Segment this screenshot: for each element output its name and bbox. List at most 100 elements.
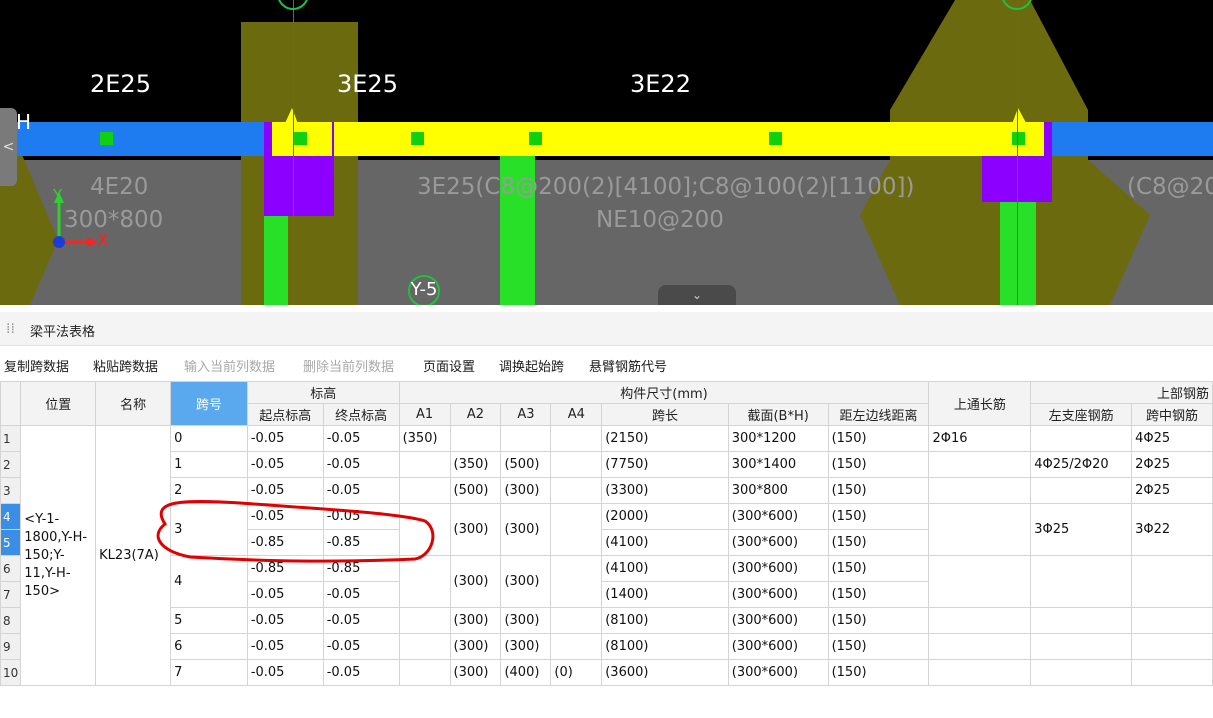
cell-left-support[interactable] bbox=[1030, 425, 1133, 452]
header-a4[interactable]: A4 bbox=[550, 403, 603, 426]
row-number[interactable]: 1 bbox=[0, 425, 22, 452]
page-setup-button[interactable]: 页面设置 bbox=[423, 356, 475, 375]
cell-span-length[interactable]: (2150) bbox=[601, 425, 729, 452]
cell-a4[interactable]: (0) bbox=[550, 659, 603, 686]
cell-start-elev[interactable]: -0.05 bbox=[246, 477, 324, 504]
cell-top-through[interactable]: 2Φ16 bbox=[928, 425, 1032, 452]
header-span-no[interactable]: 跨号 bbox=[170, 381, 248, 426]
cell-a2[interactable]: (300) bbox=[449, 503, 502, 556]
cell-end-elev[interactable]: -0.05 bbox=[322, 633, 400, 660]
row-number[interactable]: 9 bbox=[0, 633, 22, 660]
grip-point[interactable] bbox=[411, 132, 424, 145]
cell-a3[interactable]: (300) bbox=[500, 607, 552, 634]
header-a2[interactable]: A2 bbox=[449, 403, 502, 426]
cell-dist-left[interactable]: (150) bbox=[827, 451, 930, 478]
cell-start-elev[interactable]: -0.85 bbox=[246, 555, 324, 582]
cell-dist-left[interactable]: (150) bbox=[827, 633, 930, 660]
cell-a4[interactable] bbox=[550, 633, 603, 660]
cell-a4[interactable] bbox=[550, 451, 603, 478]
row-number[interactable]: 8 bbox=[0, 607, 22, 634]
waist-rebar-text[interactable]: NE10@200 bbox=[596, 207, 724, 233]
header-end-elev[interactable]: 终点标高 bbox=[322, 403, 400, 426]
cell-a2[interactable]: (300) bbox=[449, 555, 502, 608]
column-green-3[interactable] bbox=[1000, 200, 1036, 305]
cell-a2[interactable]: (300) bbox=[449, 607, 502, 634]
cell-span[interactable]: 6 bbox=[170, 633, 248, 660]
row-number[interactable]: 10 bbox=[0, 659, 22, 686]
cell-section[interactable]: (300*600) bbox=[727, 555, 829, 582]
cell-left-support[interactable]: 3Φ25 bbox=[1030, 503, 1133, 556]
cell-span-length[interactable]: (1400) bbox=[601, 581, 729, 608]
grip-point[interactable] bbox=[100, 132, 113, 145]
cell-mid-span[interactable] bbox=[1131, 607, 1213, 634]
cell-start-elev[interactable]: -0.05 bbox=[246, 503, 324, 530]
cell-span-length[interactable]: (4100) bbox=[601, 529, 729, 556]
rebar-text-top-mid2[interactable]: 3E22 bbox=[630, 70, 691, 98]
header-left-support[interactable]: 左支座钢筋 bbox=[1030, 403, 1133, 426]
cell-position[interactable]: <Y-1-1800,Y-H-150;Y-11,Y-H-150> bbox=[20, 425, 97, 686]
cell-span-length[interactable]: (2000) bbox=[601, 503, 729, 530]
cell-a3[interactable]: (400) bbox=[500, 659, 552, 686]
grip-point[interactable] bbox=[1012, 132, 1025, 145]
cell-a3[interactable]: (300) bbox=[500, 477, 552, 504]
cell-top-through[interactable] bbox=[928, 555, 1032, 608]
cell-span-length[interactable]: (8100) bbox=[601, 633, 729, 660]
cell-span[interactable]: 5 bbox=[170, 607, 248, 634]
cell-dist-left[interactable]: (150) bbox=[827, 659, 930, 686]
cantilever-code-button[interactable]: 悬臂钢筋代号 bbox=[589, 356, 667, 375]
grip-icon[interactable]: ⁞⁞ bbox=[6, 321, 15, 337]
cell-left-support[interactable] bbox=[1030, 633, 1133, 660]
stirrup-text[interactable]: 3E25(C8@200(2)[4100];C8@100(2)[1100]) bbox=[417, 174, 914, 200]
corner-header[interactable] bbox=[0, 381, 22, 426]
cell-dist-left[interactable]: (150) bbox=[827, 425, 930, 452]
cell-a1[interactable] bbox=[398, 451, 451, 478]
cell-dist-left[interactable]: (150) bbox=[827, 503, 930, 530]
cell-span[interactable]: 2 bbox=[170, 477, 248, 504]
cell-a2[interactable]: (500) bbox=[449, 477, 502, 504]
cell-left-support[interactable] bbox=[1030, 555, 1133, 608]
cell-dist-left[interactable]: (150) bbox=[827, 529, 930, 556]
cell-dist-left[interactable]: (150) bbox=[827, 477, 930, 504]
cell-a2[interactable]: (300) bbox=[449, 633, 502, 660]
cell-section[interactable]: 300*1400 bbox=[727, 451, 829, 478]
cell-dist-left[interactable]: (150) bbox=[827, 581, 930, 608]
cell-start-elev[interactable]: -0.05 bbox=[246, 659, 324, 686]
cell-left-support[interactable] bbox=[1030, 477, 1133, 504]
cell-start-elev[interactable]: -0.05 bbox=[246, 451, 324, 478]
cell-mid-span[interactable]: 2Φ25 bbox=[1131, 477, 1213, 504]
cell-end-elev[interactable]: -0.05 bbox=[322, 425, 400, 452]
cell-left-support[interactable] bbox=[1030, 659, 1133, 686]
cell-a4[interactable] bbox=[550, 477, 603, 504]
cell-section[interactable]: (300*600) bbox=[727, 581, 829, 608]
cell-a3[interactable]: (500) bbox=[500, 451, 552, 478]
cell-span[interactable]: 0 bbox=[170, 425, 248, 452]
rebar-text-right-cut[interactable]: (C8@20 bbox=[1127, 174, 1213, 200]
cell-start-elev[interactable]: -0.05 bbox=[246, 633, 324, 660]
cell-end-elev[interactable]: -0.05 bbox=[322, 503, 400, 530]
cell-top-through[interactable] bbox=[928, 503, 1032, 556]
cell-end-elev[interactable]: -0.05 bbox=[322, 477, 400, 504]
cell-span[interactable]: 7 bbox=[170, 659, 248, 686]
cell-mid-span[interactable] bbox=[1131, 659, 1213, 686]
cell-a2[interactable]: (350) bbox=[449, 451, 502, 478]
viewport-left-tab[interactable]: < bbox=[0, 108, 17, 186]
cell-span-length[interactable]: (4100) bbox=[601, 555, 729, 582]
cell-a3[interactable]: (300) bbox=[500, 555, 552, 608]
cell-a1[interactable] bbox=[398, 659, 451, 686]
cell-section[interactable]: 300*1200 bbox=[727, 425, 829, 452]
cell-top-through[interactable] bbox=[928, 659, 1032, 686]
cell-end-elev[interactable]: -0.05 bbox=[322, 659, 400, 686]
cell-start-elev[interactable]: -0.05 bbox=[246, 607, 324, 634]
row-number[interactable]: 3 bbox=[0, 477, 22, 504]
cell-top-through[interactable] bbox=[928, 477, 1032, 504]
cell-a3[interactable]: (300) bbox=[500, 503, 552, 556]
cell-a4[interactable] bbox=[550, 607, 603, 634]
cell-a4[interactable] bbox=[550, 425, 603, 452]
cell-section[interactable]: (300*600) bbox=[727, 503, 829, 530]
rebar-text-top-left[interactable]: 2E25 bbox=[90, 70, 151, 98]
row-number[interactable]: 4 bbox=[0, 503, 22, 530]
cell-mid-span[interactable]: 3Φ22 bbox=[1131, 503, 1213, 556]
copy-span-button[interactable]: 复制跨数据 bbox=[4, 356, 69, 375]
cell-section[interactable]: (300*600) bbox=[727, 607, 829, 634]
grip-point[interactable] bbox=[294, 132, 307, 145]
